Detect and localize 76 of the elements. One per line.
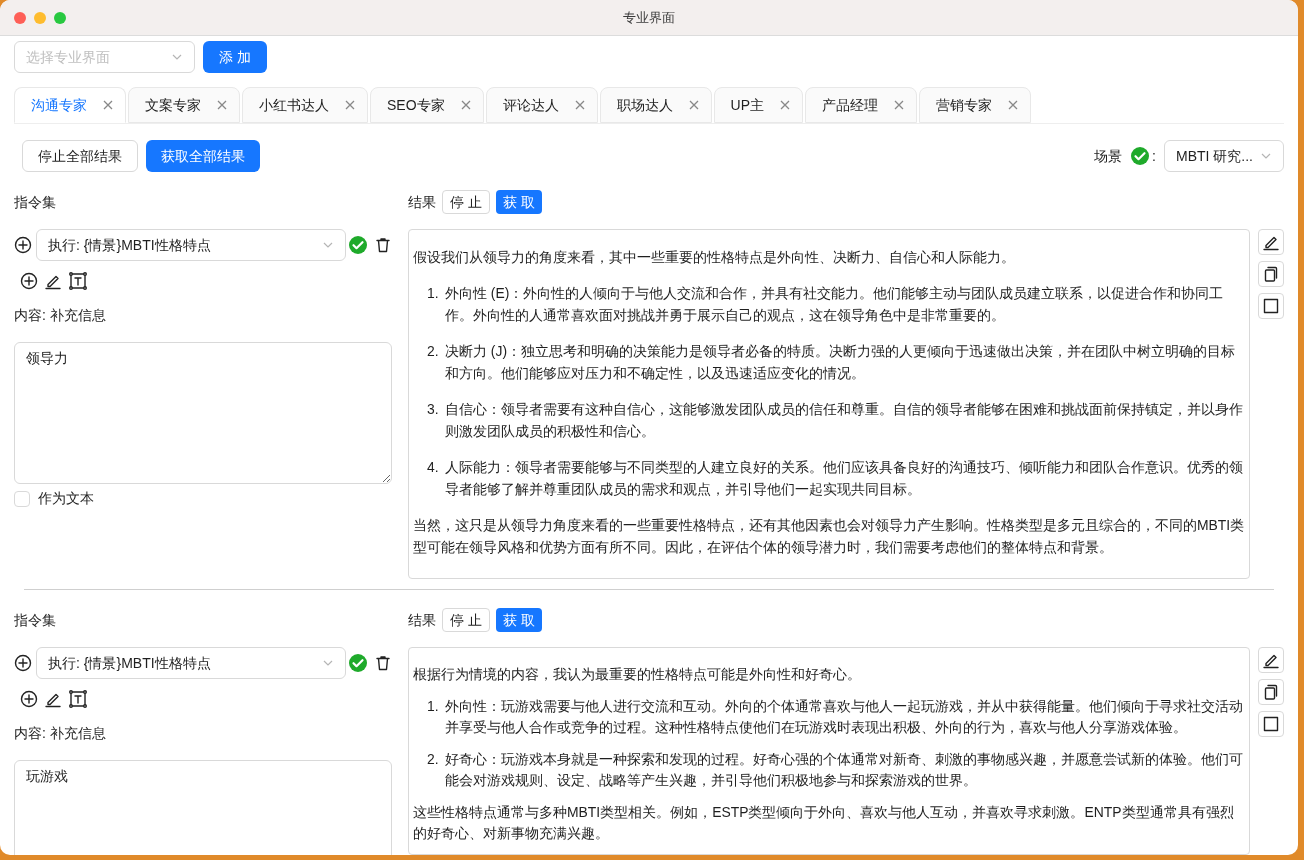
close-icon[interactable] — [345, 100, 355, 110]
edit-button[interactable] — [1258, 647, 1284, 673]
copy-button[interactable] — [1258, 261, 1284, 287]
fetch-button[interactable]: 获 取 — [495, 608, 542, 632]
add-circle-icon[interactable] — [14, 236, 32, 254]
edit-button[interactable] — [1258, 229, 1284, 255]
copy-button[interactable] — [1258, 679, 1284, 705]
list-item-text: 好奇心：玩游戏本身就是一种探索和发现的过程。好奇心强的个体通常对新奇、刺激的事物感兴趣，并愿意尝试新的体验。他们可能会对游戏规则、设定、战略等产生兴趣，并引导他们积极地参与和探索游戏的世界。 — [444, 750, 1244, 790]
square-button[interactable] — [1258, 293, 1284, 319]
checkbox-label: 作为文本 — [38, 489, 94, 508]
square-icon — [1262, 715, 1280, 733]
scene-label: 场景 — [1094, 146, 1123, 166]
fetch-all-button[interactable]: 获取全部结果 — [146, 140, 260, 172]
list-item-text: 外向性：玩游戏需要与他人进行交流和互动。外向的个体通常喜欢与他人一起玩游戏，并从中获得能量。他们倾向于寻求社交活动并享受与他人合作或竞争的过程。这种性格特点使他们在玩游戏时表现出积极、外向的行为，喜欢与他人分享游戏体验。 — [444, 697, 1244, 737]
list-item-text: 外向性 (E)：外向性的人倾向于与他人交流和合作，并具有社交能力。他们能够主动与团队成员建立联系，以促进合作和协同工作。外向性的人通常喜欢面对挑战并勇于展示自己的观点，这在领导角色中是非常重要的。 — [444, 284, 1225, 325]
list-item-text: 人际能力：领导者需要能够与不同类型的人建立良好的关系。他们应该具备良好的沟通技巧、倾听能力和团队合作意识。优秀的领导者能够了解并尊重团队成员的需求和观点，并引导他们一起实现共同目标。 — [444, 458, 1244, 499]
close-icon[interactable] — [574, 100, 585, 110]
tab[interactable]: 产品经理 — [805, 87, 918, 123]
trash-icon[interactable] — [374, 654, 392, 672]
result-label: 结果 — [408, 192, 436, 212]
add-button[interactable]: 添 加 — [203, 41, 267, 73]
close-icon[interactable] — [780, 100, 791, 110]
result-paragraph: 根据行为情境的内容，我认为最重要的性格特点可能是外向性和好奇心。 — [413, 665, 862, 684]
copy-icon — [1262, 683, 1280, 701]
close-icon[interactable] — [688, 100, 699, 110]
section-label: 指令集 — [14, 193, 57, 212]
content-textarea[interactable]: 领导力 — [14, 342, 392, 484]
content-label: 内容: 补充信息 — [14, 306, 107, 325]
window-control[interactable] — [14, 11, 26, 24]
list-number: 3. — [427, 400, 440, 419]
list-number: 2. — [427, 342, 440, 361]
content-label: 内容: 补充信息 — [14, 724, 107, 743]
scene-select[interactable]: MBTI 研究... — [1164, 140, 1284, 172]
list-item-text: 决断力 (J)：独立思考和明确的决策能力是领导者必备的特质。决断力强的人更倾向于迅速做出决策，并在团队中树立明确的目标和方向。他们能够应对压力和不确定性，以及迅速适应变化的情况。 — [444, 342, 1237, 383]
tab[interactable]: SEO专家 — [370, 87, 484, 123]
close-icon[interactable] — [217, 100, 227, 110]
tab[interactable]: 小红书达人 — [242, 87, 368, 123]
close-icon[interactable] — [103, 100, 113, 110]
stop-button[interactable]: 停 止 — [442, 608, 490, 632]
content-textarea[interactable]: 玩游戏 — [14, 760, 392, 855]
window-title: 专业界面 — [622, 8, 676, 27]
result-paragraph: 这些性格特点通常与多种MBTI类型相关。例如，ESTP类型倾向于外向、喜欢与他人互动，并喜欢寻求刺激。ENTP类型通常具有强烈的好奇心、对新事物充满兴趣。 — [413, 803, 1235, 843]
square-button[interactable] — [1258, 711, 1284, 737]
close-icon[interactable] — [894, 100, 905, 110]
list-number: 1. — [427, 697, 440, 716]
result-label: 结果 — [408, 610, 436, 630]
add-circle-icon[interactable] — [14, 654, 32, 672]
section-label: 指令集 — [14, 611, 57, 630]
add-circle-icon[interactable] — [20, 272, 38, 290]
tab[interactable]: 沟通专家 — [14, 87, 126, 123]
command-select[interactable]: 执行: {情景}MBTI性格特点 — [36, 229, 346, 261]
tab[interactable]: 评论达人 — [485, 87, 598, 123]
checkbox[interactable] — [14, 490, 30, 507]
square-icon — [1262, 297, 1280, 315]
command-select[interactable]: 执行: {情景}MBTI性格特点 — [36, 647, 346, 679]
tab[interactable]: 职场达人 — [599, 87, 712, 123]
text-box-icon[interactable] — [68, 271, 88, 291]
text-box-icon[interactable] — [68, 689, 88, 709]
tab[interactable]: UP主 — [713, 87, 804, 123]
stop-button[interactable]: 停 止 — [442, 190, 490, 214]
tab[interactable]: 文案专家 — [128, 87, 240, 123]
close-icon[interactable] — [460, 100, 471, 110]
close-icon[interactable] — [1008, 100, 1019, 110]
list-number: 2. — [427, 750, 440, 769]
colon: : — [1152, 146, 1156, 166]
list-number: 1. — [427, 284, 440, 303]
list-number: 4. — [427, 458, 440, 477]
stop-all-button[interactable]: 停止全部结果 — [22, 140, 138, 172]
tab[interactable]: 营销专家 — [919, 87, 1032, 123]
result-paragraph: 假设我们从领导力的角度来看，其中一些重要的性格特点是外向性、决断力、自信心和人际能力。 — [413, 248, 1016, 267]
trash-icon[interactable] — [374, 236, 392, 254]
list-item-text: 自信心：领导者需要有这种自信心，这能够激发团队成员的信任和尊重。自信的领导者能够在困难和挑战面前保持镇定，并以身作则激发团队成员的积极性和信心。 — [444, 400, 1244, 441]
add-circle-icon[interactable] — [20, 690, 38, 708]
result-paragraph: 当然，这只是从领导力角度来看的一些重要性格特点，还有其他因素也会对领导力产生影响。性格类型是多元且综合的，不同的MBTI类型可能在领导风格和优势方面有所不同。因此，在评估个体的领导潜力时，我们需要考虑他们的整体特点和背景。 — [413, 516, 1246, 557]
fetch-button[interactable]: 获 取 — [495, 190, 542, 214]
copy-icon — [1262, 265, 1280, 283]
